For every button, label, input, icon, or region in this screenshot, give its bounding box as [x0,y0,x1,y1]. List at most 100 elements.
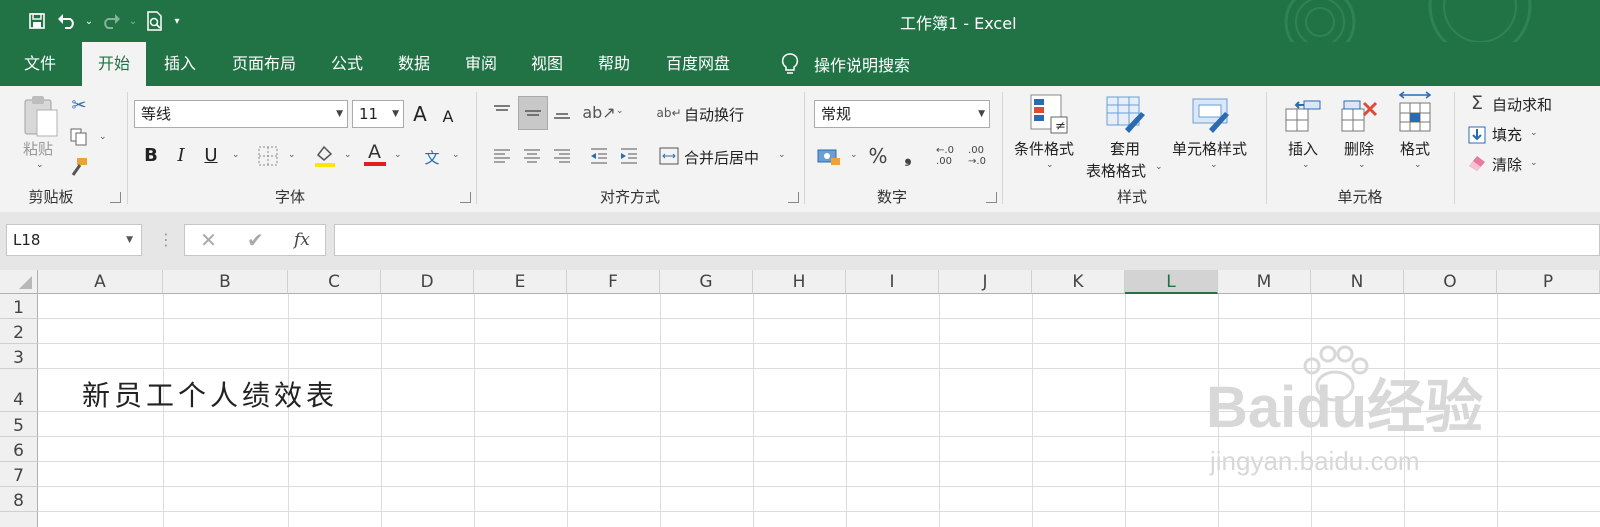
decrease-indent-icon[interactable] [586,142,612,170]
column-header[interactable]: I [846,270,939,294]
redo-icon[interactable] [96,8,126,34]
increase-indent-icon[interactable] [616,142,642,170]
format-as-table-label-2[interactable]: 表格格式 [1086,160,1146,181]
borders-icon[interactable] [256,144,280,168]
font-launcher-icon[interactable] [460,192,471,203]
increase-decimal-icon[interactable]: ←.0.00 [930,142,960,170]
clipboard-launcher-icon[interactable] [110,192,121,203]
italic-icon[interactable]: I [170,142,192,168]
bottom-align-icon[interactable] [548,98,576,126]
clear-dropdown-icon[interactable]: ⌄ [1530,158,1538,168]
underline-icon[interactable]: U [200,142,222,168]
row-header[interactable]: 5 [0,412,38,437]
fill-button[interactable]: 填充 [1492,124,1522,145]
increase-font-size-icon[interactable]: A [408,100,432,128]
align-center-icon[interactable] [518,142,546,170]
delete-dropdown-icon[interactable]: ⌄ [1358,160,1366,170]
format-dropdown-icon[interactable]: ⌄ [1414,160,1422,170]
fill-color-icon[interactable] [312,142,338,168]
top-align-icon[interactable] [488,98,516,126]
merge-center-icon[interactable] [658,144,680,168]
format-cells-button[interactable]: 格式 [1400,138,1430,159]
enter-icon[interactable]: ✔ [247,228,264,252]
tab-formulas[interactable]: 公式 [325,42,369,86]
cancel-icon[interactable]: ✕ [200,228,217,252]
format-as-table-dropdown-icon[interactable]: ⌄ [1155,162,1163,172]
column-header[interactable]: O [1404,270,1497,294]
column-header[interactable]: P [1497,270,1600,294]
tell-me-search[interactable]: 操作说明搜索 [780,42,910,86]
format-as-table-icon[interactable] [1104,94,1148,136]
column-header[interactable]: M [1218,270,1311,294]
underline-dropdown-icon[interactable]: ⌄ [232,150,240,160]
save-icon[interactable] [22,8,52,34]
merge-center-button[interactable]: 合并后居中 [684,147,759,168]
conditional-formatting-dropdown-icon[interactable]: ⌄ [1046,160,1054,170]
number-format-combo[interactable]: 常规 ▼ [814,100,990,128]
merge-dropdown-icon[interactable]: ⌄ [778,150,786,160]
decrease-font-size-icon[interactable]: A [436,102,460,130]
format-as-table-label-1[interactable]: 套用 [1110,138,1140,159]
copy-icon[interactable] [66,124,92,150]
row-header[interactable]: 8 [0,487,38,512]
fill-dropdown-icon[interactable]: ⌄ [1530,128,1538,138]
tab-help[interactable]: 帮助 [592,42,636,86]
undo-dropdown-icon[interactable]: ⌄ [82,8,96,34]
alignment-launcher-icon[interactable] [788,192,799,203]
delete-cells-button[interactable]: 删除 [1344,138,1374,159]
column-header[interactable]: D [381,270,474,294]
row-header[interactable]: 1 [0,294,38,319]
tab-data[interactable]: 数据 [392,42,436,86]
autosum-icon[interactable]: Σ [1466,92,1488,114]
tab-baidu-netdisk[interactable]: 百度网盘 [660,42,736,86]
copy-dropdown-icon[interactable]: ⌄ [99,132,107,142]
cut-icon[interactable]: ✂ [66,92,92,118]
column-header-selected[interactable]: L [1125,270,1218,294]
number-launcher-icon[interactable] [986,192,997,203]
cell-styles-button[interactable]: 单元格样式 [1172,138,1247,159]
tab-home[interactable]: 开始 [82,42,146,86]
tab-page-layout[interactable]: 页面布局 [228,42,300,86]
column-header[interactable]: H [753,270,846,294]
row-header[interactable]: 3 [0,344,38,369]
print-preview-icon[interactable] [140,8,170,34]
phonetic-guide-icon[interactable]: 文 [420,144,444,170]
orientation-icon[interactable]: ab↗ [582,98,615,126]
drag-handle-icon[interactable]: ⋮ [158,230,174,249]
fill-icon[interactable] [1466,124,1488,146]
formula-input[interactable] [334,224,1600,256]
row-header[interactable]: 2 [0,319,38,344]
row-header[interactable]: 6 [0,437,38,462]
borders-dropdown-icon[interactable]: ⌄ [288,150,296,160]
column-header[interactable]: J [939,270,1032,294]
insert-function-icon[interactable]: fx [294,230,310,250]
conditional-formatting-icon[interactable]: ≠ [1028,92,1070,136]
eraser-icon[interactable] [1466,152,1488,174]
align-left-icon[interactable] [488,142,516,170]
tab-file[interactable]: 文件 [18,42,62,86]
phonetic-dropdown-icon[interactable]: ⌄ [452,150,460,160]
delete-cells-icon[interactable] [1340,94,1380,136]
row-header[interactable] [0,512,38,527]
accounting-format-icon[interactable] [816,144,842,168]
customize-qat-icon[interactable]: ▾ [170,8,184,34]
middle-align-icon[interactable] [518,96,548,130]
tab-view[interactable]: 视图 [525,42,569,86]
autosum-button[interactable]: 自动求和 [1492,94,1552,115]
accounting-dropdown-icon[interactable]: ⌄ [850,150,858,160]
wrap-text-button[interactable]: 自动换行 [684,104,744,125]
orientation-dropdown-icon[interactable]: ⌄ [616,106,624,116]
column-header[interactable]: F [567,270,660,294]
redo-dropdown-icon[interactable]: ⌄ [126,8,140,34]
font-size-combo[interactable]: 11 ▼ [352,100,404,128]
decrease-decimal-icon[interactable]: .00 →.0 [962,142,992,170]
fill-color-dropdown-icon[interactable]: ⌄ [344,150,352,160]
undo-icon[interactable] [52,8,82,34]
wrap-text-icon[interactable]: ab↵ [656,100,681,126]
insert-dropdown-icon[interactable]: ⌄ [1302,160,1310,170]
insert-cells-icon[interactable] [1284,94,1324,136]
cell-styles-icon[interactable] [1190,94,1234,136]
row-header[interactable]: 4 [0,369,38,412]
column-header[interactable]: E [474,270,567,294]
percent-style-icon[interactable]: % [866,142,890,170]
